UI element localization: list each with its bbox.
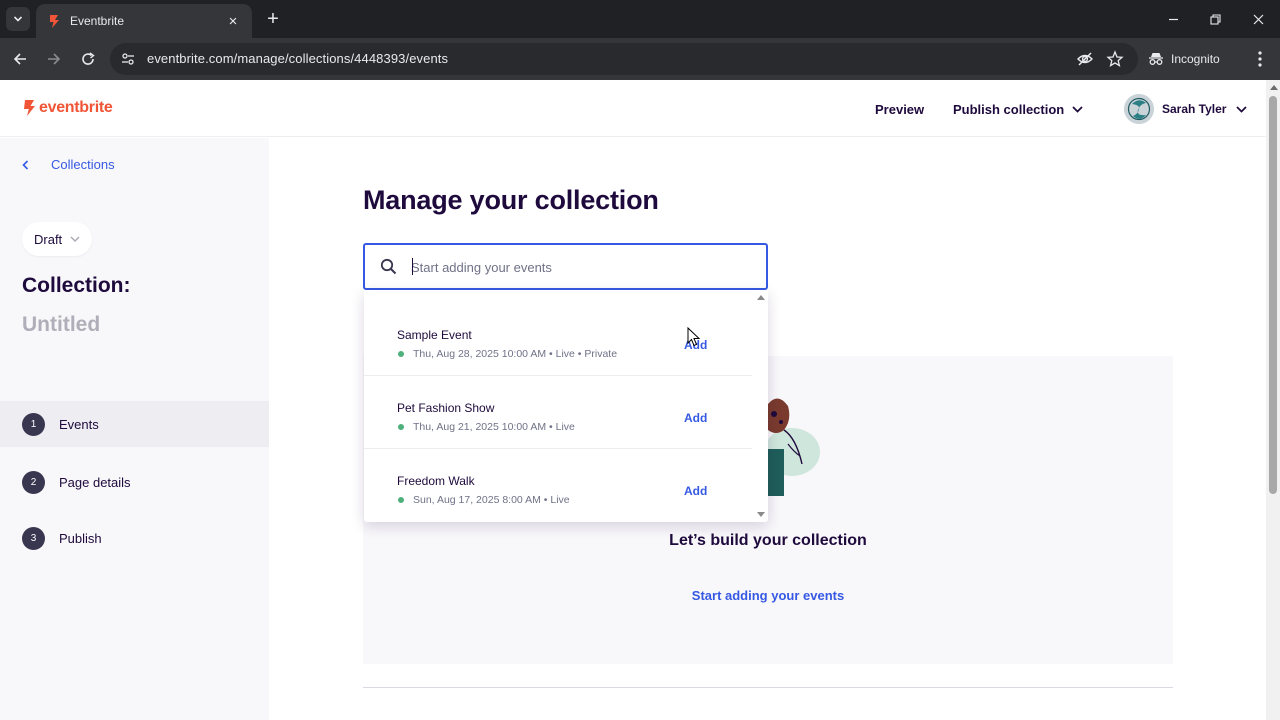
sidebar-step-page-details[interactable]: 2 Page details [0, 459, 269, 505]
eventbrite-logo[interactable]: eventbrite [22, 99, 113, 117]
chevron-down-icon [1072, 106, 1083, 113]
start-adding-events-link[interactable]: Start adding your events [0, 588, 1280, 603]
dropdown-scroll-down-arrow[interactable] [757, 512, 765, 517]
user-menu[interactable]: Sarah Tyler [1124, 94, 1248, 124]
address-bar[interactable]: eventbrite.com/manage/collections/444839… [110, 43, 1138, 75]
avatar [1124, 94, 1154, 124]
event-meta-text: Thu, Aug 28, 2025 10:00 AM • Live • Priv… [413, 348, 618, 360]
browser-tab-eventbrite[interactable]: Eventbrite × [36, 4, 252, 38]
avatar-image-icon [1124, 94, 1154, 124]
step-label: Page details [59, 474, 131, 490]
bookmark-star-icon[interactable] [1106, 50, 1124, 68]
tab-close-icon[interactable]: × [224, 13, 242, 30]
tab-title: Eventbrite [70, 14, 125, 28]
event-search-box[interactable] [363, 243, 768, 290]
live-status-dot [398, 497, 404, 503]
new-tab-button[interactable]: + [262, 8, 284, 30]
empty-state-title: Let’s build your collection [669, 532, 867, 549]
status-label: Draft [34, 231, 63, 247]
chevron-down-icon [13, 16, 23, 22]
event-meta-text: Thu, Aug 21, 2025 10:00 AM • Live [413, 421, 575, 433]
arrow-right-icon [48, 53, 61, 65]
chevron-down-icon [70, 236, 80, 242]
back-button[interactable] [7, 46, 33, 72]
page: eventbrite Preview Publish collection Sa… [0, 80, 1280, 720]
text-caret [412, 258, 413, 275]
back-label: Collections [51, 157, 115, 172]
status-dropdown[interactable]: Draft [22, 222, 93, 256]
eventbrite-favicon-icon [50, 15, 59, 28]
browser-tabstrip: Eventbrite × + [0, 0, 1280, 38]
event-name: Pet Fashion Show [397, 401, 495, 415]
back-to-collections-link[interactable]: Collections [22, 157, 115, 172]
more-vertical-icon [1258, 51, 1262, 67]
close-window-button[interactable] [1247, 8, 1269, 30]
scroll-up-arrow[interactable] [1270, 85, 1278, 90]
incognito-label: Incognito [1171, 52, 1220, 66]
step-label: Events [59, 416, 99, 432]
incognito-indicator[interactable]: Incognito [1148, 44, 1220, 74]
event-name: Freedom Walk [397, 474, 475, 488]
collection-label: Collection: [22, 274, 131, 297]
page-title: Manage your collection [363, 185, 659, 215]
event-suggestions-dropdown[interactable]: Sample Event Thu, Aug 28, 2025 10:00 AM … [364, 290, 768, 522]
page-scrollbar-thumb[interactable] [1269, 96, 1277, 494]
event-meta-text: Sun, Aug 17, 2025 8:00 AM • Live [413, 494, 570, 506]
publish-collection-label: Publish collection [953, 102, 1065, 117]
logo-text: eventbrite [39, 99, 113, 116]
search-icon [380, 258, 397, 275]
restore-icon [1209, 13, 1221, 25]
event-suggestion-item[interactable]: Pet Fashion Show Thu, Aug 21, 2025 10:00… [364, 376, 752, 449]
close-icon [1253, 14, 1263, 24]
mouse-pointer-icon [687, 327, 700, 347]
sidebar-step-events[interactable]: 1 Events [0, 401, 269, 447]
url-text: eventbrite.com/manage/collections/444839… [147, 51, 449, 66]
event-search-input[interactable] [411, 255, 751, 279]
app-header: eventbrite Preview Publish collection Sa… [0, 80, 1266, 137]
event-suggestion-item[interactable]: Freedom Walk Sun, Aug 17, 2025 8:00 AM •… [364, 449, 752, 522]
browser-menu-button[interactable] [1250, 48, 1270, 70]
chevron-left-icon [22, 159, 29, 170]
publish-collection-button[interactable]: Publish collection [953, 102, 1083, 117]
collection-name: Untitled [22, 313, 101, 336]
minimize-icon [1168, 18, 1178, 20]
dropdown-scroll-up-arrow[interactable] [757, 295, 765, 300]
minimize-button[interactable] [1162, 8, 1184, 30]
site-settings-icon[interactable] [120, 51, 136, 67]
step-number: 1 [22, 412, 45, 436]
reload-icon [82, 52, 95, 65]
reload-button[interactable] [75, 46, 101, 72]
eventbrite-logo-icon [24, 100, 35, 116]
forward-button[interactable] [41, 46, 67, 72]
arrow-left-icon [13, 53, 26, 65]
restore-button[interactable] [1204, 8, 1226, 30]
preview-button[interactable]: Preview [875, 102, 924, 117]
eye-off-icon[interactable] [1076, 50, 1094, 68]
add-event-button[interactable]: Add [684, 484, 707, 498]
event-meta: Sun, Aug 17, 2025 8:00 AM • Live [397, 494, 570, 506]
section-divider [363, 687, 1173, 688]
sidebar: Collections Draft Collection: Untitled 1… [0, 138, 269, 720]
browser-toolbar: eventbrite.com/manage/collections/444839… [0, 38, 1280, 80]
event-name: Sample Event [397, 328, 472, 342]
chevron-down-icon [1236, 105, 1248, 113]
tab-search-button[interactable] [6, 7, 30, 31]
live-status-dot [398, 424, 404, 430]
event-meta: Thu, Aug 28, 2025 10:00 AM • Live • Priv… [397, 348, 617, 360]
live-status-dot [398, 351, 404, 357]
event-meta: Thu, Aug 21, 2025 10:00 AM • Live [397, 421, 575, 433]
user-name: Sarah Tyler [1162, 102, 1227, 116]
incognito-icon [1149, 53, 1163, 65]
add-event-button[interactable]: Add [684, 411, 707, 425]
step-number: 2 [22, 470, 45, 494]
